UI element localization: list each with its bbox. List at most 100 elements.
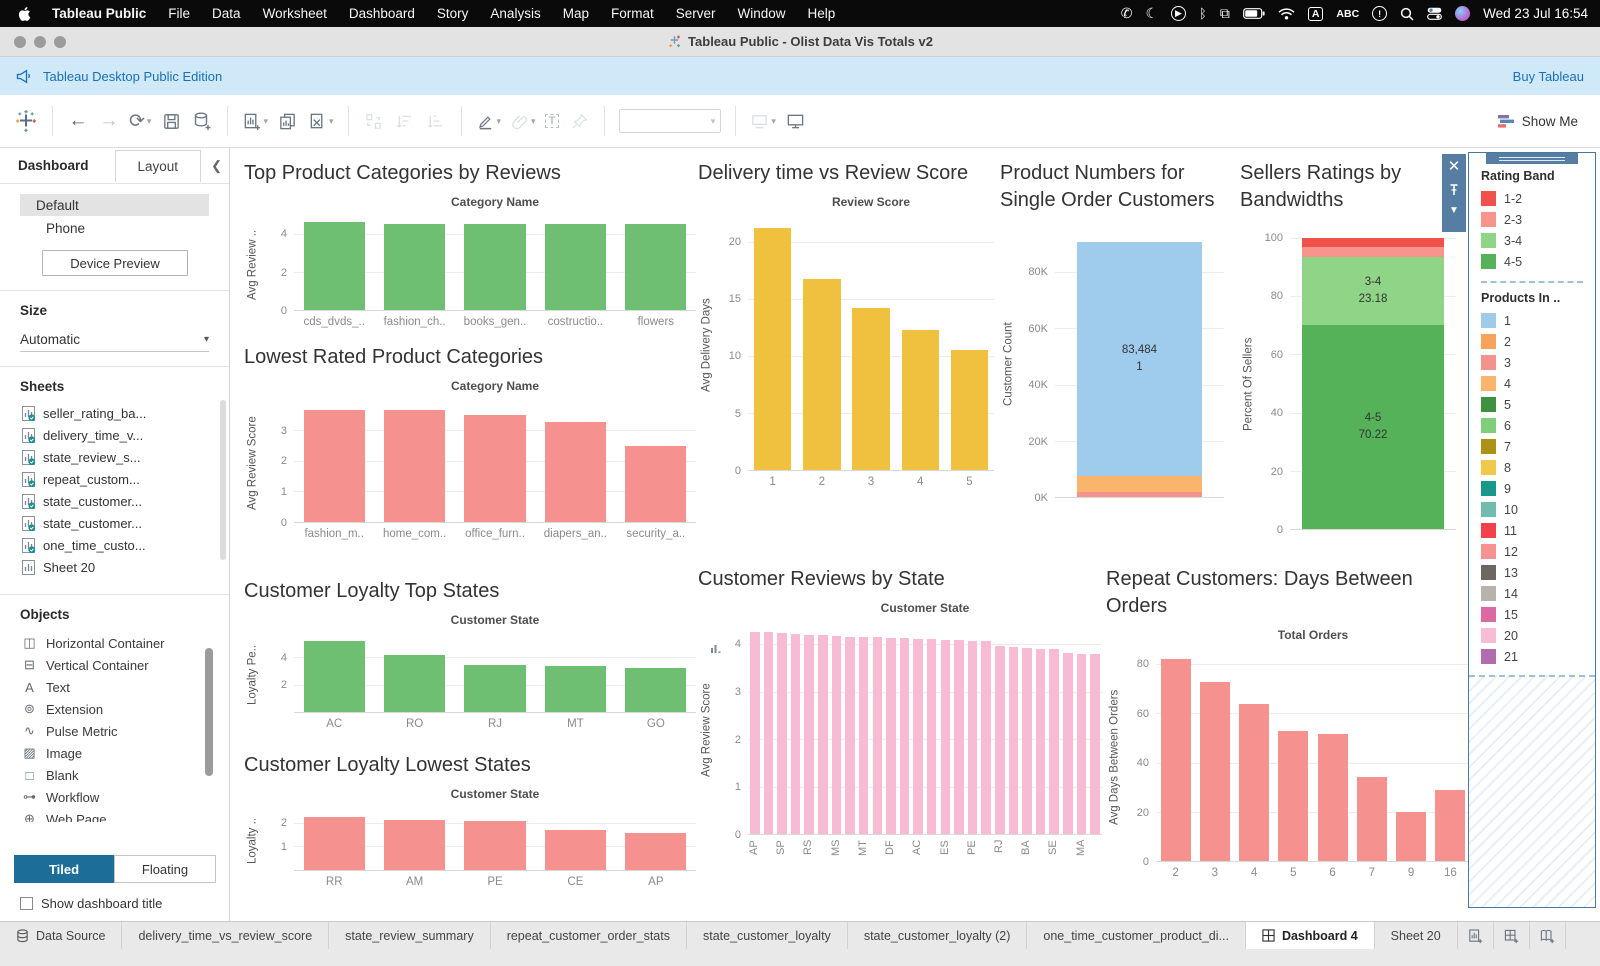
sheets-scrollbar[interactable] <box>220 400 226 560</box>
tab-dashboard[interactable]: Dashboard <box>18 158 89 173</box>
bar[interactable] <box>1318 734 1348 861</box>
legend-item[interactable]: 11 <box>1481 520 1583 541</box>
sort-ascending-icon[interactable] <box>394 106 416 136</box>
legend-item[interactable]: 15 <box>1481 604 1583 625</box>
tiled-button[interactable]: Tiled <box>14 855 114 883</box>
bar[interactable] <box>873 637 883 834</box>
plot-area[interactable] <box>748 625 1102 835</box>
chevron-down-icon[interactable]: ▼ <box>1449 205 1459 216</box>
duplicate-sheet-icon[interactable] <box>277 106 299 136</box>
bar[interactable] <box>384 224 445 310</box>
bar[interactable] <box>464 224 525 310</box>
bar[interactable] <box>832 636 842 834</box>
bar-segment[interactable] <box>1302 247 1445 257</box>
bar[interactable] <box>304 641 365 712</box>
clear-sheet-icon[interactable]: ▾ <box>308 106 334 136</box>
bar[interactable] <box>625 224 686 310</box>
bar[interactable] <box>791 634 801 834</box>
legend-item[interactable]: 8 <box>1481 457 1583 478</box>
stage-manager-icon[interactable]: ⧉ <box>1220 5 1230 22</box>
bar[interactable] <box>1009 647 1019 834</box>
new-worksheet-icon[interactable]: ▾ <box>242 106 268 136</box>
bar[interactable] <box>886 638 896 834</box>
sheet-tab[interactable]: repeat_customer_order_stats <box>491 922 687 949</box>
legend-panel[interactable]: Rating Band 1-22-33-44-5 Products In .. … <box>1468 152 1596 908</box>
input-source-icon[interactable]: A <box>1308 7 1324 21</box>
sheet-tab[interactable]: state_customer_loyalty <box>687 922 848 949</box>
sheet-tab[interactable]: Data Source <box>0 922 122 949</box>
bar[interactable] <box>1022 648 1032 834</box>
undo-icon[interactable]: ← <box>67 106 89 136</box>
redo-icon[interactable]: → <box>98 106 120 136</box>
object-item[interactable]: ◫Horizontal Container <box>22 632 229 654</box>
plot-area[interactable] <box>294 811 696 871</box>
chart-loyalty-lowest-states[interactable]: Customer Loyalty Lowest States Customer … <box>244 752 696 888</box>
legend-item[interactable]: 14 <box>1481 583 1583 604</box>
bar[interactable] <box>845 637 855 834</box>
apple-menu-icon[interactable] <box>18 6 31 22</box>
wifi-icon[interactable] <box>1278 8 1295 20</box>
bar[interactable] <box>968 641 978 834</box>
bar[interactable] <box>913 639 923 834</box>
bar[interactable] <box>304 222 365 310</box>
chart-top-product-categories[interactable]: Top Product Categories by Reviews Catego… <box>244 160 696 328</box>
sheet-item[interactable]: state_customer... <box>22 512 229 534</box>
drag-grip-icon[interactable] <box>1486 153 1578 164</box>
text-annotation-icon[interactable]: T <box>545 114 560 128</box>
sheet-item[interactable]: one_time_custo... <box>22 534 229 556</box>
sort-descending-icon[interactable] <box>425 106 447 136</box>
pin-icon[interactable] <box>568 106 590 136</box>
legend-item[interactable]: 13 <box>1481 562 1583 583</box>
bar[interactable] <box>1239 704 1269 861</box>
bar[interactable] <box>951 350 988 470</box>
legend-item[interactable]: 1 <box>1481 310 1583 331</box>
object-item[interactable]: ⊕Web Page <box>22 808 229 822</box>
bar[interactable] <box>1435 790 1465 861</box>
legend-item[interactable]: 6 <box>1481 415 1583 436</box>
chart-repeat-customers-days[interactable]: Repeat Customers: Days Between Orders To… <box>1106 566 1470 879</box>
chart-reviews-by-state[interactable]: Customer Reviews by State Customer State… <box>698 566 1102 874</box>
chart-sellers-ratings-bandwidths[interactable]: Sellers Ratings by Bandwidths Percent Of… <box>1240 160 1456 530</box>
bar[interactable] <box>1396 812 1426 861</box>
legend-item[interactable]: 20 <box>1481 625 1583 646</box>
sheet-tab[interactable]: Sheet 20 <box>1375 922 1458 949</box>
bar[interactable] <box>304 410 365 522</box>
chart-loyalty-top-states[interactable]: Customer Loyalty Top States Customer Sta… <box>244 578 696 730</box>
swap-axes-icon[interactable] <box>363 106 385 136</box>
legend-item[interactable]: 1-2 <box>1481 188 1583 209</box>
sheet-item[interactable]: Sheet 20 <box>22 556 229 578</box>
bar[interactable] <box>304 817 365 870</box>
collapse-panel-icon[interactable]: ❮ <box>201 158 232 174</box>
bluetooth-icon[interactable]: ᛒ <box>1199 6 1207 21</box>
object-item[interactable]: ⊟Vertical Container <box>22 654 229 676</box>
bar-segment[interactable]: 4-570.22 <box>1302 325 1445 529</box>
moon-focus-icon[interactable]: ☾ <box>1145 5 1158 22</box>
fit-view-icon[interactable]: ▾ <box>750 106 776 136</box>
show-title-checkbox[interactable] <box>20 897 33 910</box>
sheet-tab[interactable]: one_time_customer_product_di... <box>1027 922 1246 949</box>
presentation-mode-icon[interactable] <box>785 106 807 136</box>
bar[interactable] <box>384 820 445 870</box>
device-phone-item[interactable]: Phone <box>20 218 209 238</box>
device-preview-button[interactable]: Device Preview <box>42 250 188 276</box>
chart-lowest-rated-categories[interactable]: Lowest Rated Product Categories Category… <box>244 344 696 540</box>
bar-segment[interactable] <box>1077 476 1202 491</box>
show-dashboard-title-row[interactable]: Show dashboard title <box>20 896 162 911</box>
legend-item[interactable]: 9 <box>1481 478 1583 499</box>
sheet-item[interactable]: repeat_custom... <box>22 468 229 490</box>
abc-spellcheck-icon[interactable]: ABC <box>1336 8 1359 20</box>
bar[interactable] <box>464 665 525 712</box>
plot-area[interactable] <box>748 219 994 471</box>
bar[interactable] <box>927 639 937 834</box>
menu-item[interactable]: Story <box>426 6 480 21</box>
bar[interactable] <box>464 821 525 870</box>
sheet-tab[interactable]: state_customer_loyalty (2) <box>848 922 1028 949</box>
bar[interactable] <box>545 830 606 870</box>
object-item[interactable]: ∿Pulse Metric <box>22 720 229 742</box>
new-data-source-icon[interactable] <box>191 106 213 136</box>
play-circle-icon[interactable]: ▶ <box>1171 6 1186 21</box>
traffic-lights[interactable] <box>14 36 66 48</box>
bar[interactable] <box>545 422 606 522</box>
bar[interactable] <box>625 668 686 712</box>
bar[interactable] <box>900 638 910 834</box>
